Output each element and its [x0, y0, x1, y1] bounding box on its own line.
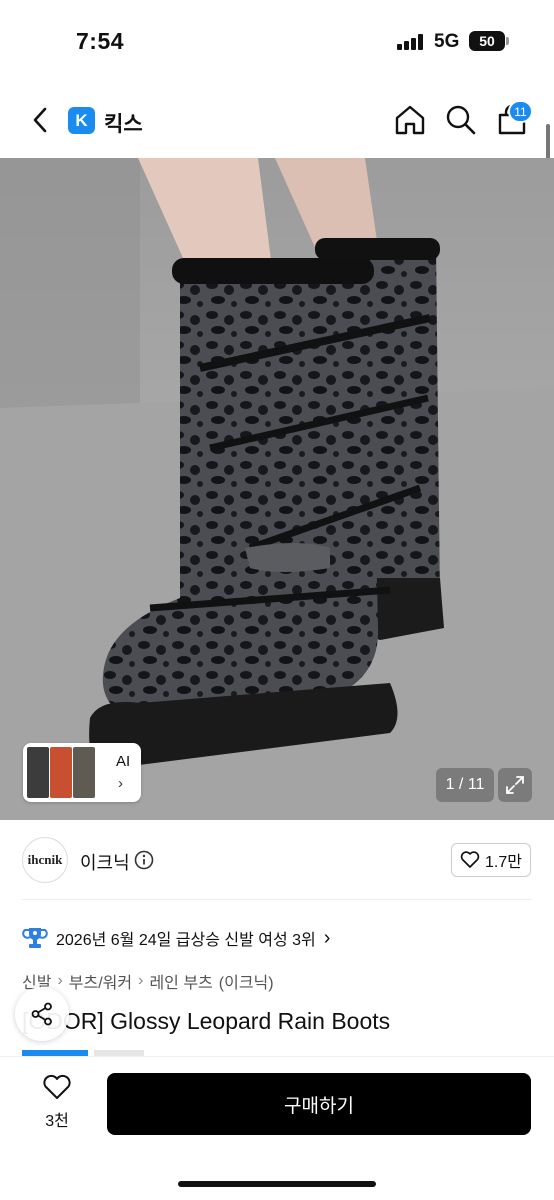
- thumb-image: [27, 747, 49, 798]
- cart-badge: 11: [508, 100, 533, 123]
- shop-avatar[interactable]: ihcnik: [22, 837, 68, 883]
- shop-name[interactable]: 이크닉: [80, 849, 130, 875]
- breadcrumb-item[interactable]: 레인 부츠: [149, 969, 212, 993]
- battery-cap: [506, 37, 509, 45]
- chevron-right-icon: ›: [118, 775, 123, 792]
- shop-like-button[interactable]: 1.7만: [451, 843, 531, 877]
- divider: [22, 899, 532, 900]
- thumb-image: [73, 747, 95, 798]
- like-count: 3천: [45, 1113, 69, 1130]
- product-image-gallery[interactable]: [0, 158, 554, 820]
- chevron-left-icon: [33, 107, 47, 133]
- shop-like-count: 1.7만: [485, 854, 522, 871]
- signal-icon: [397, 34, 427, 50]
- network-label: 5G: [434, 31, 460, 52]
- chevron-right-icon: ›: [57, 972, 63, 989]
- home-indicator: [178, 1181, 376, 1187]
- share-button[interactable]: [15, 987, 69, 1041]
- expand-icon: [506, 776, 524, 794]
- thumb-image: [50, 747, 72, 798]
- share-icon: [31, 1002, 52, 1026]
- search-icon: [446, 105, 476, 135]
- app-logo[interactable]: K: [68, 107, 95, 134]
- breadcrumb: 신발 › 부츠/워커 › 레인 부츠 (이크닉): [22, 969, 274, 993]
- ai-label: AI: [116, 753, 131, 770]
- heart-icon: [460, 851, 480, 868]
- buy-button[interactable]: 구매하기: [107, 1073, 531, 1135]
- nav-header: K 킥스: [0, 90, 554, 150]
- expand-button[interactable]: [498, 768, 532, 802]
- like-button[interactable]: 3천: [26, 1074, 88, 1132]
- search-button[interactable]: [443, 102, 479, 138]
- ranking-banner[interactable]: 2026년 6월 24일 급상승 신발 여성 3위 ›: [22, 924, 330, 952]
- product-photo: [0, 158, 554, 820]
- battery-icon: 50: [469, 31, 505, 51]
- heart-icon: [43, 1074, 71, 1099]
- chevron-right-icon: ›: [323, 926, 331, 949]
- home-icon: [395, 105, 425, 135]
- trophy-icon: [22, 928, 48, 948]
- product-title: [ODOR] Glossy Leopard Rain Boots: [22, 1008, 391, 1034]
- info-icon[interactable]: [134, 850, 154, 870]
- breadcrumb-item[interactable]: (이크닉): [219, 969, 274, 993]
- home-button[interactable]: [392, 102, 428, 138]
- ranking-text: 2026년 6월 24일 급상승 신발 여성 3위: [56, 932, 316, 949]
- breadcrumb-item[interactable]: 부츠/워커: [69, 969, 132, 993]
- ai-similar-card[interactable]: AI ›: [23, 743, 141, 802]
- status-time: 7:54: [76, 28, 125, 54]
- back-button[interactable]: [24, 102, 56, 138]
- image-counter: 1 / 11: [436, 768, 494, 802]
- chevron-right-icon: ›: [138, 972, 144, 989]
- status-bar: 7:54 5G 50: [0, 0, 554, 80]
- app-title[interactable]: 킥스: [104, 108, 143, 138]
